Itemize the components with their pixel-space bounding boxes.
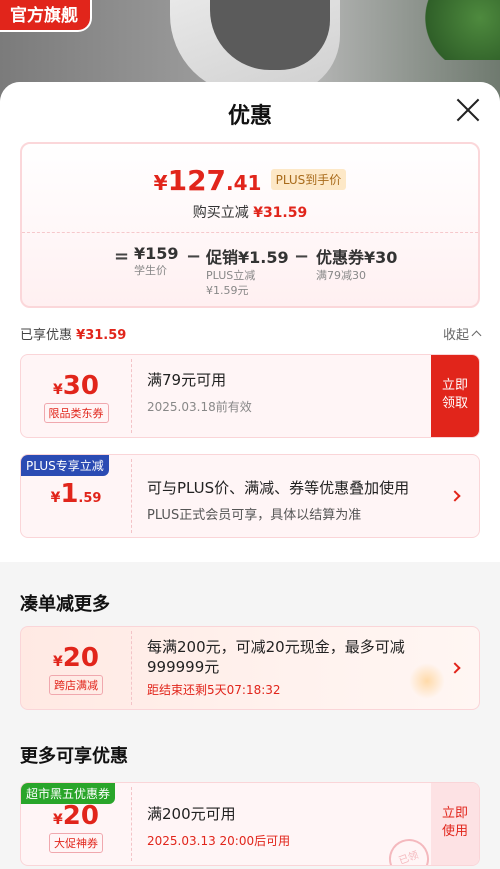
use-button[interactable]: 立即 使用: [431, 783, 479, 865]
formula-coupon: 优惠券¥30 满79减30: [316, 244, 397, 283]
coupon-divider: [131, 631, 132, 705]
coupon-expiry: 2025.03.18前有效: [147, 400, 252, 414]
collapse-toggle[interactable]: 收起: [442, 324, 482, 343]
promo-label-1: PLUS立减: [206, 269, 256, 282]
supermarket-amount: 20: [62, 801, 99, 831]
formula-eq: =: [114, 246, 130, 267]
coupon-type-tag: 限品类东券: [43, 403, 109, 423]
base-price-value: ¥159: [134, 244, 179, 263]
formula-minus-2: −: [294, 246, 310, 267]
promo-value: 促销¥1.59: [206, 248, 289, 267]
section-title-more-deals: 凑单减更多: [20, 594, 110, 615]
base-price-label: 学生价: [134, 264, 167, 277]
coupon-details: 满79元可用 2025.03.18前有效: [147, 369, 419, 415]
firework-decoration: [409, 663, 445, 699]
price-decimal: .41: [226, 171, 262, 195]
supermarket-currency: ¥: [53, 812, 63, 828]
enjoyed-label: 已享优惠: [20, 328, 73, 343]
price-currency: ¥: [153, 171, 168, 195]
chevron-right-icon: [449, 490, 461, 502]
supermarket-valid-from: 2025.03.13 20:00后可用: [147, 834, 291, 848]
buy-reduce-line: 购买立减 ¥31.59: [22, 202, 478, 222]
plus-amount-block: ¥1.59: [21, 455, 131, 537]
price-integer: 127: [167, 164, 227, 197]
supermarket-condition: 满200元可用: [147, 805, 236, 823]
countdown-text: 距结束还剩5天07:18:32: [147, 683, 281, 697]
chevron-right-icon: [449, 662, 461, 674]
use-label-line1: 立即: [441, 806, 468, 821]
formula-base: ¥159 学生价: [134, 244, 179, 278]
cross-store-description: 每满200元，可减20元现金，最多可减999999元: [147, 638, 405, 676]
cross-store-amount: 20: [62, 643, 99, 673]
cross-store-discount-card[interactable]: ¥20 跨店满减 每满200元，可减20元现金，最多可减999999元 距结束还…: [20, 626, 480, 710]
coupon-label: 满79减30: [316, 269, 366, 282]
buy-reduce-label: 购买立减: [192, 205, 249, 221]
enjoyed-discount: 已享优惠 ¥31.59: [20, 324, 126, 343]
claim-button[interactable]: 立即 领取: [431, 355, 479, 437]
plant-decoration: [400, 0, 500, 60]
claim-label-line2: 领取: [441, 396, 468, 411]
flagship-store-badge[interactable]: 官方旗舰: [0, 0, 92, 32]
cross-store-amount-block: ¥20 跨店满减: [21, 627, 131, 709]
coupon-amount: 30: [62, 371, 99, 401]
discount-sheet: 优惠 ¥127.41 PLUS到手价 购买立减 ¥31.59 = ¥159 学生…: [0, 82, 500, 869]
cross-store-currency: ¥: [53, 654, 63, 670]
buy-reduce-value: ¥31.59: [253, 205, 308, 221]
supermarket-amount-block: ¥20 大促神券: [21, 783, 131, 865]
plus-currency: ¥: [50, 490, 61, 506]
plus-decimal: .59: [78, 491, 102, 506]
supermarket-details: 满200元可用 2025.03.13 20:00后可用: [147, 803, 419, 849]
divider: [22, 232, 478, 233]
promo-label-2: ¥1.59元: [206, 284, 249, 297]
supermarket-coupon-card[interactable]: 超市黑五优惠券 ¥20 大促神券 满200元可用 2025.03.13 20:0…: [20, 782, 480, 866]
supermarket-tag: 大促神券: [49, 833, 103, 853]
close-icon[interactable]: [456, 98, 480, 122]
plus-amount: 1: [60, 479, 79, 509]
coupon-currency: ¥: [53, 382, 63, 398]
coupon-divider: [131, 459, 132, 533]
collapse-label: 收起: [442, 328, 469, 343]
plus-description: 可与PLUS价、满减、券等优惠叠加使用: [147, 479, 410, 497]
use-label-line2: 使用: [441, 824, 468, 839]
plus-discount-card[interactable]: PLUS专享立减 ¥1.59 可与PLUS价、满减、券等优惠叠加使用 PLUS正…: [20, 454, 480, 538]
plus-note: PLUS正式会员可享，具体以结算为准: [147, 508, 362, 523]
plus-price-tag: PLUS到手价: [270, 169, 347, 190]
cross-store-tag: 跨店满减: [49, 675, 103, 695]
chevron-up-icon: [471, 330, 482, 341]
formula-promo: 促销¥1.59 PLUS立减 ¥1.59元: [206, 244, 289, 298]
plus-details: 可与PLUS价、满减、券等优惠叠加使用 PLUS正式会员可享，具体以结算为准: [147, 477, 419, 523]
price-formula: = ¥159 学生价 − 促销¥1.59 PLUS立减 ¥1.59元 − 优惠券…: [22, 244, 478, 304]
cross-store-details: 每满200元，可减20元现金，最多可减999999元 距结束还剩5天07:18:…: [147, 637, 419, 698]
enjoyed-value: ¥31.59: [76, 328, 127, 343]
formula-minus-1: −: [186, 246, 202, 267]
coupon-card-30[interactable]: ¥30 限品类东券 满79元可用 2025.03.18前有效 立即 领取: [20, 354, 480, 438]
coupon-divider: [131, 359, 132, 433]
coupon-amount-block: ¥30 限品类东券: [21, 355, 131, 437]
claim-label-line1: 立即: [441, 378, 468, 393]
final-price: ¥127.41 PLUS到手价: [22, 164, 478, 197]
sheet-title: 优惠: [227, 104, 272, 129]
price-breakdown-card: ¥127.41 PLUS到手价 购买立减 ¥31.59 = ¥159 学生价 −…: [20, 142, 480, 308]
section-title-more-offers: 更多可享优惠: [20, 746, 128, 767]
coupon-value: 优惠券¥30: [316, 248, 398, 267]
coupon-condition: 满79元可用: [147, 371, 227, 389]
coupon-divider: [131, 787, 132, 861]
